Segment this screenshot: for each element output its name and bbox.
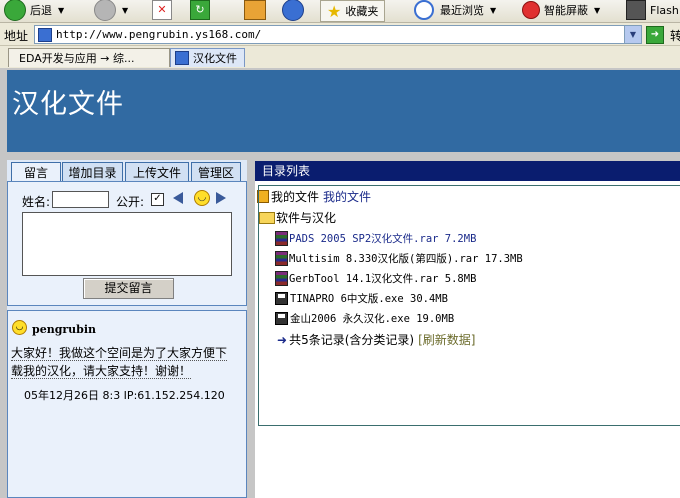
message-textarea[interactable] — [22, 212, 232, 276]
summary-row: ➜ 共5条记录(含分类记录) [刷新数据] — [277, 331, 475, 348]
clock-icon — [414, 0, 434, 20]
folder-row[interactable]: 软件与汉化 — [259, 209, 336, 226]
address-input[interactable]: http://www.pengrubin.ys168.com/ ▼ — [34, 25, 642, 44]
go-button[interactable]: ➜ 转 — [646, 26, 680, 44]
popup-block-button[interactable]: 智能屏蔽 ▼ — [522, 0, 600, 20]
browser-tab-label: 汉化文件 — [193, 52, 237, 65]
message-list: ◡ pengrubin 大家好！我做这个空间是为了大家方便下 载我的汉化，请大家… — [7, 310, 247, 498]
file-name[interactable]: TINAPRO 6中文版.exe 30.4MB — [290, 291, 448, 306]
chevron-down-icon: ▼ — [122, 5, 129, 15]
refresh-data-link[interactable]: [刷新数据] — [418, 331, 475, 348]
file-row[interactable]: Multisim 8.330汉化版(第四版).rar 17.3MB — [275, 251, 523, 266]
submit-message-button[interactable]: 提交留言 — [83, 278, 174, 299]
file-name[interactable]: PADS 2005 SP2汉化文件.rar 7.2MB — [289, 231, 476, 246]
forward-arrow-icon — [94, 0, 116, 21]
chevron-down-icon: ▼ — [58, 5, 65, 15]
directory-header: 目录列表 — [255, 161, 680, 181]
name-label: 姓名: — [22, 195, 51, 209]
refresh-button[interactable]: ↻ — [190, 0, 210, 20]
public-label: 公开: — [116, 195, 145, 209]
tab-guestbook[interactable]: 留言 — [11, 162, 61, 182]
message-line: 大家好！我做这个空间是为了大家方便下 — [11, 346, 228, 361]
message-line: 载我的汉化，请大家支持！谢谢！ — [11, 364, 192, 379]
file-list-frame: 软件与汉化 PADS 2005 SP2汉化文件.rar 7.2MB Multis… — [258, 185, 680, 426]
tab-add-directory[interactable]: 增加目录 — [62, 162, 123, 182]
message-author: pengrubin — [32, 323, 97, 336]
file-row[interactable]: PADS 2005 SP2汉化文件.rar 7.2MB — [275, 231, 476, 246]
favorites-button[interactable]: ★ 收藏夹 — [320, 0, 386, 22]
browser-tab-active[interactable]: 汉化文件 — [170, 48, 245, 67]
file-row[interactable]: GerbTool 14.1汉化文件.rar 5.8MB — [275, 271, 476, 286]
directory-panel: 我的文件 我的文件 软件与汉化 PADS 2005 SP2汉化文件.rar 7.… — [255, 181, 680, 498]
banner: 汉化文件 — [7, 70, 680, 152]
file-name[interactable]: Multisim 8.330汉化版(第四版).rar 17.3MB — [289, 251, 523, 266]
message-meta: 05年12月26日 8:3 IP:61.152.254.120 — [24, 389, 225, 402]
browser-tab-label: EDA开发与应用 → 综... — [19, 52, 135, 65]
public-checkbox[interactable]: ✓ — [151, 193, 164, 206]
browser-tab-strip: EDA开发与应用 → 综... 汉化文件 — [0, 46, 680, 68]
next-emoticon-icon[interactable] — [216, 192, 226, 204]
block-label: 智能屏蔽 — [544, 4, 588, 17]
flash-icon — [626, 0, 646, 20]
address-url: http://www.pengrubin.ys168.com/ — [56, 28, 262, 41]
stop-icon: ✕ — [152, 0, 172, 20]
address-label: 地址 — [4, 29, 29, 43]
folder-name: 软件与汉化 — [276, 211, 337, 225]
flash-label: Flash — [650, 3, 679, 17]
file-name[interactable]: GerbTool 14.1汉化文件.rar 5.8MB — [289, 271, 476, 286]
home-icon — [244, 0, 266, 20]
name-input[interactable] — [52, 191, 109, 208]
refresh-icon: ↻ — [190, 0, 210, 20]
page-title: 汉化文件 — [12, 89, 124, 120]
smiley-icon[interactable]: ◡ — [194, 190, 210, 206]
browser-tab[interactable]: EDA开发与应用 → 综... — [8, 48, 170, 67]
prev-emoticon-icon[interactable] — [173, 192, 183, 204]
address-dropdown-icon[interactable]: ▼ — [624, 26, 641, 43]
disk-icon — [275, 312, 288, 325]
chevron-down-icon: ▼ — [490, 5, 497, 15]
rar-icon — [275, 251, 288, 266]
back-arrow-icon — [4, 0, 26, 21]
tab-admin[interactable]: 管理区 — [191, 162, 241, 182]
rar-icon — [275, 231, 288, 246]
flash-button[interactable]: Flash — [626, 0, 679, 20]
folder-icon — [259, 211, 275, 224]
arrow-right-icon: ➜ — [277, 332, 288, 347]
page-icon — [38, 27, 52, 42]
disk-icon — [275, 292, 288, 305]
history-label: 最近浏览 — [440, 4, 484, 17]
go-arrow-icon: ➜ — [646, 26, 664, 44]
tab-upload-file[interactable]: 上传文件 — [125, 162, 189, 182]
file-row[interactable]: TINAPRO 6中文版.exe 30.4MB — [275, 291, 448, 306]
forward-button[interactable]: ▼ — [94, 0, 129, 21]
back-label: 后退 — [30, 4, 52, 17]
record-count: 共5条记录(含分类记录) — [289, 333, 415, 347]
rar-icon — [275, 271, 288, 286]
chevron-down-icon: ▼ — [594, 5, 601, 15]
address-bar: 地址 http://www.pengrubin.ys168.com/ ▼ ➜ 转 — [0, 23, 680, 46]
back-button[interactable]: 后退 ▼ — [4, 0, 65, 21]
page-icon — [175, 51, 189, 65]
block-icon — [522, 1, 540, 19]
file-row[interactable]: 金山2006 永久汉化.exe 19.0MB — [275, 311, 454, 326]
search-button[interactable] — [282, 0, 304, 21]
check-mark: ✓ — [153, 193, 162, 204]
favorites-label: 收藏夹 — [345, 5, 379, 18]
star-icon: ★ — [327, 1, 342, 21]
go-label: 转 — [670, 28, 680, 43]
history-button[interactable]: 最近浏览 ▼ — [414, 0, 496, 20]
message-body: 大家好！我做这个空间是为了大家方便下 载我的汉化，请大家支持！谢谢！ — [11, 344, 235, 380]
smiley-icon: ◡ — [12, 320, 27, 335]
browser-toolbar: 后退 ▼ ▼ ✕ ↻ ★ 收藏夹 最近浏览 ▼ 智能屏蔽 ▼ Flash — [0, 0, 680, 23]
home-button[interactable] — [244, 0, 266, 20]
file-name[interactable]: 金山2006 永久汉化.exe 19.0MB — [290, 311, 454, 326]
guestbook-form: 姓名: 公开: ✓ ◡ 提交留言 — [7, 181, 247, 306]
stop-button[interactable]: ✕ — [152, 0, 172, 20]
search-icon — [282, 0, 304, 21]
